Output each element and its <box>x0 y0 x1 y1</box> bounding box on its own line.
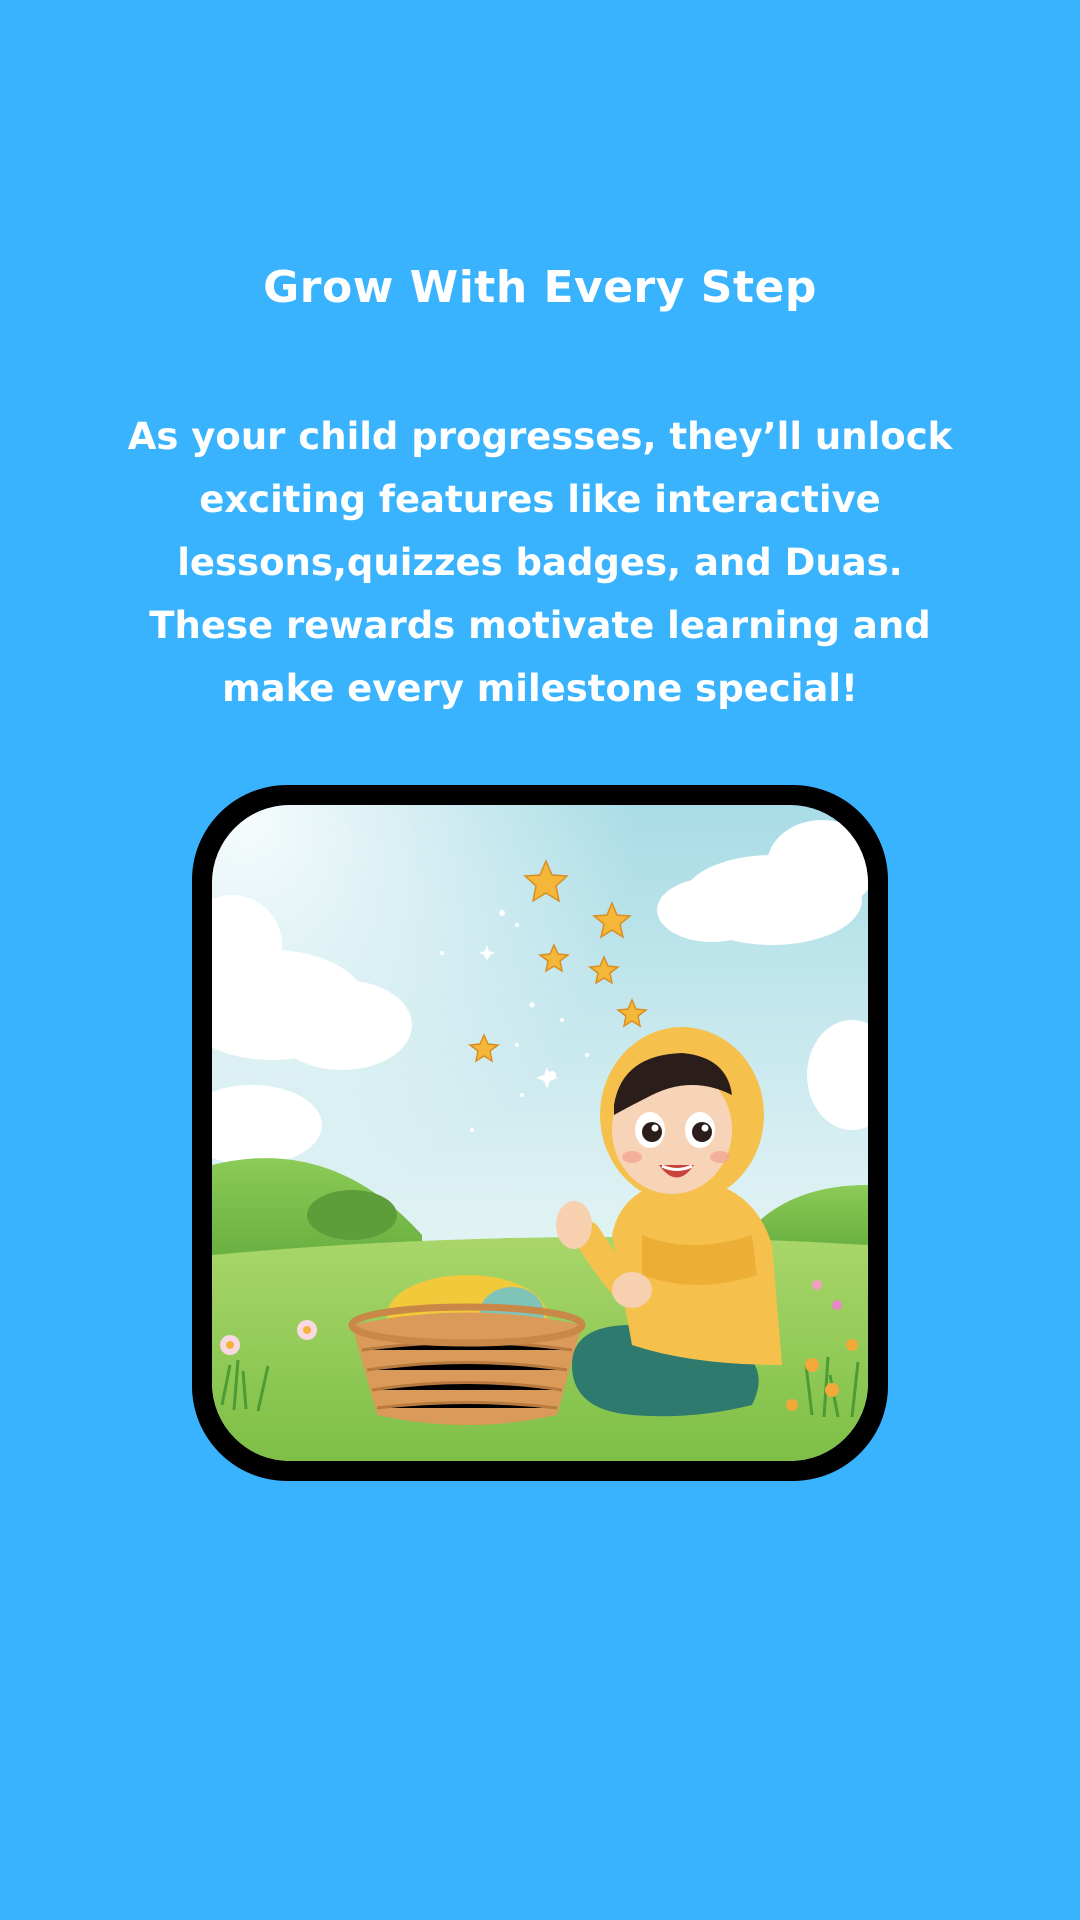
illustration-frame <box>192 785 888 1481</box>
page-title: Grow With Every Step <box>263 262 817 313</box>
onboarding-screen: Grow With Every Step As your child progr… <box>0 0 1080 1920</box>
page-description: As your child progresses, they’ll unlock… <box>127 415 953 710</box>
girl-with-basket-and-stars-illustration <box>212 805 868 1461</box>
